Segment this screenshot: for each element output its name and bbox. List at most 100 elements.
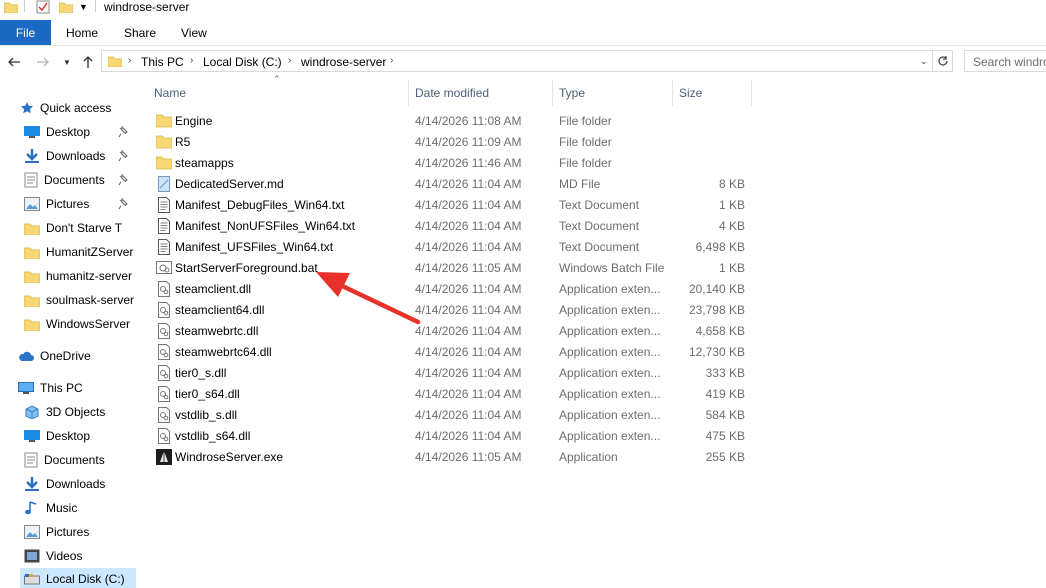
nav-qa-desktop[interactable]: Desktop [24, 121, 140, 143]
column-header-size[interactable]: Size [679, 80, 702, 106]
file-date-modified: 4/14/2026 11:46 AM [415, 156, 522, 170]
refresh-button[interactable] [933, 50, 953, 72]
nav-pc-pictures[interactable]: Pictures [24, 521, 89, 543]
tab-file[interactable]: File [0, 20, 51, 45]
nav-pc-videos[interactable]: Videos [24, 545, 82, 567]
file-name: vstdlib_s64.dll [175, 429, 251, 443]
pin-icon [118, 174, 128, 186]
file-row[interactable]: Engine 4/14/2026 11:08 AM File folder [150, 111, 750, 132]
file-size: 419 KB [705, 387, 745, 401]
nav-qa-dont-starve[interactable]: Don't Starve T [24, 217, 140, 239]
file-type: Text Document [559, 219, 640, 233]
nav-qa-documents[interactable]: Documents [24, 169, 140, 191]
nav-pc-music[interactable]: Music [24, 497, 77, 519]
file-row[interactable]: steamclient.dll 4/14/2026 11:04 AM Applica… [150, 279, 750, 300]
file-date-modified: 4/14/2026 11:04 AM [415, 240, 522, 254]
file-size: 475 KB [705, 429, 745, 443]
nav-pc-local-disk[interactable]: Local Disk (C:) [20, 568, 136, 588]
file-row[interactable]: R5 4/14/2026 11:09 AM File folder [150, 132, 750, 153]
nav-label: Pictures [46, 197, 90, 211]
properties-icon[interactable] [36, 0, 50, 14]
documents-icon [24, 172, 38, 188]
column-divider[interactable] [408, 80, 409, 106]
column-header-name[interactable]: Name [154, 80, 186, 106]
file-date-modified: 4/14/2026 11:04 AM [415, 366, 522, 380]
nav-this-pc[interactable]: This PC [18, 377, 83, 399]
breadcrumb-this-pc[interactable]: This PC [141, 55, 184, 69]
batch-file-icon [156, 261, 172, 274]
breadcrumb-windrose-server[interactable]: windrose-server [301, 55, 386, 69]
file-row[interactable]: Manifest_UFSFiles_Win64.txt 4/14/2026 11:… [150, 237, 750, 258]
column-header-date[interactable]: Date modified [415, 80, 489, 106]
address-bar[interactable]: › This PC › Local Disk (C:) › windrose-s… [101, 50, 933, 72]
file-row[interactable]: tier0_s64.dll 4/14/2026 11:04 AM Applicati… [150, 384, 750, 405]
file-date-modified: 4/14/2026 11:04 AM [415, 345, 522, 359]
file-row[interactable]: tier0_s.dll 4/14/2026 11:04 AM Application… [150, 363, 750, 384]
dll-file-icon [158, 428, 170, 444]
dll-file-icon [158, 407, 170, 423]
breadcrumb-local-disk[interactable]: Local Disk (C:) [203, 55, 282, 69]
file-type: Application exten... [559, 387, 661, 401]
music-note-icon [25, 501, 37, 515]
file-row[interactable]: StartServerForeground.bat 4/14/2026 11:05… [150, 258, 750, 279]
nav-qa-downloads[interactable]: Downloads [24, 145, 140, 167]
customize-toolbar-icon[interactable]: ▼ [79, 0, 88, 14]
nav-qa-humanitz-server[interactable]: humanitz-server [24, 265, 140, 287]
nav-label: Desktop [46, 429, 91, 443]
tab-share[interactable]: Share [124, 20, 156, 45]
nav-qa-humanitzserver[interactable]: HumanitZServer [24, 241, 140, 263]
cube-icon [25, 405, 39, 419]
breadcrumb-chevron-icon[interactable]: › [190, 55, 193, 66]
file-row[interactable]: steamwebrtc64.dll 4/14/2026 11:04 AM Appli… [150, 342, 750, 363]
search-box[interactable]: Search windro [964, 50, 1046, 72]
nav-pc-3d-objects[interactable]: 3D Objects [24, 401, 105, 423]
nav-pc-downloads[interactable]: Downloads [24, 473, 105, 495]
folder-icon [24, 319, 40, 331]
recent-locations-icon[interactable]: ▼ [58, 52, 76, 72]
file-type: Text Document [559, 240, 640, 254]
star-icon [21, 102, 33, 114]
file-row[interactable]: steamwebrtc.dll 4/14/2026 11:04 AM Applica… [150, 321, 750, 342]
column-divider[interactable] [552, 80, 553, 106]
nav-pc-documents[interactable]: Documents [24, 449, 105, 471]
nav-qa-pictures[interactable]: Pictures [24, 193, 140, 215]
tab-home[interactable]: Home [66, 20, 98, 45]
address-dropdown-icon[interactable]: ⌄ [920, 56, 928, 67]
folder-icon [156, 135, 172, 149]
download-arrow-icon [25, 477, 39, 491]
file-row[interactable]: WindroseServer.exe 4/14/2026 11:05 AM Appl… [150, 447, 750, 468]
back-arrow-icon[interactable] [5, 52, 23, 72]
file-name: steamwebrtc64.dll [175, 345, 272, 359]
nav-qa-soulmask-server[interactable]: soulmask-server [24, 289, 140, 311]
column-divider[interactable] [751, 80, 752, 106]
column-divider[interactable] [672, 80, 673, 106]
breadcrumb-chevron-icon[interactable]: › [390, 55, 393, 66]
file-name: WindroseServer.exe [175, 450, 284, 464]
dll-file-icon [158, 302, 170, 318]
pin-icon [118, 150, 128, 162]
file-row[interactable]: vstdlib_s64.dll 4/14/2026 11:04 AM Applica… [150, 426, 750, 447]
tab-view[interactable]: View [181, 20, 207, 45]
file-row[interactable]: Manifest_DebugFiles_Win64.txt 4/14/2026 1… [150, 195, 750, 216]
nav-pc-desktop[interactable]: Desktop [24, 425, 90, 447]
file-size: 23,798 KB [688, 303, 745, 317]
file-row[interactable]: steamclient64.dll 4/14/2026 11:04 AM Appli… [150, 300, 750, 321]
column-header-type[interactable]: Type [559, 80, 585, 106]
file-row[interactable]: vstdlib_s.dll 4/14/2026 11:04 AM Applicati… [150, 405, 750, 426]
ribbon-tabs: File Home Share View [0, 20, 1046, 46]
file-name: Manifest_NonUFSFiles_Win64.txt [175, 219, 356, 233]
file-row[interactable]: steamapps 4/14/2026 11:46 AM File folder [150, 153, 750, 174]
nav-quick-access[interactable]: Quick access [20, 97, 111, 119]
nav-qa-windowsserver[interactable]: WindowsServer [24, 313, 140, 335]
up-arrow-icon[interactable] [79, 52, 97, 72]
pictures-icon [24, 197, 40, 211]
forward-arrow-icon[interactable] [34, 52, 52, 72]
file-row[interactable]: DedicatedServer.md 4/14/2026 11:04 AM MD F… [150, 174, 750, 195]
file-row[interactable]: Manifest_NonUFSFiles_Win64.txt 4/14/2026 … [150, 216, 750, 237]
pin-icon [118, 126, 128, 138]
breadcrumb-chevron-icon[interactable]: › [128, 55, 131, 66]
text-file-icon [158, 197, 170, 213]
new-folder-icon[interactable] [59, 0, 73, 14]
nav-onedrive[interactable]: OneDrive [18, 345, 91, 367]
breadcrumb-chevron-icon[interactable]: › [288, 55, 291, 66]
